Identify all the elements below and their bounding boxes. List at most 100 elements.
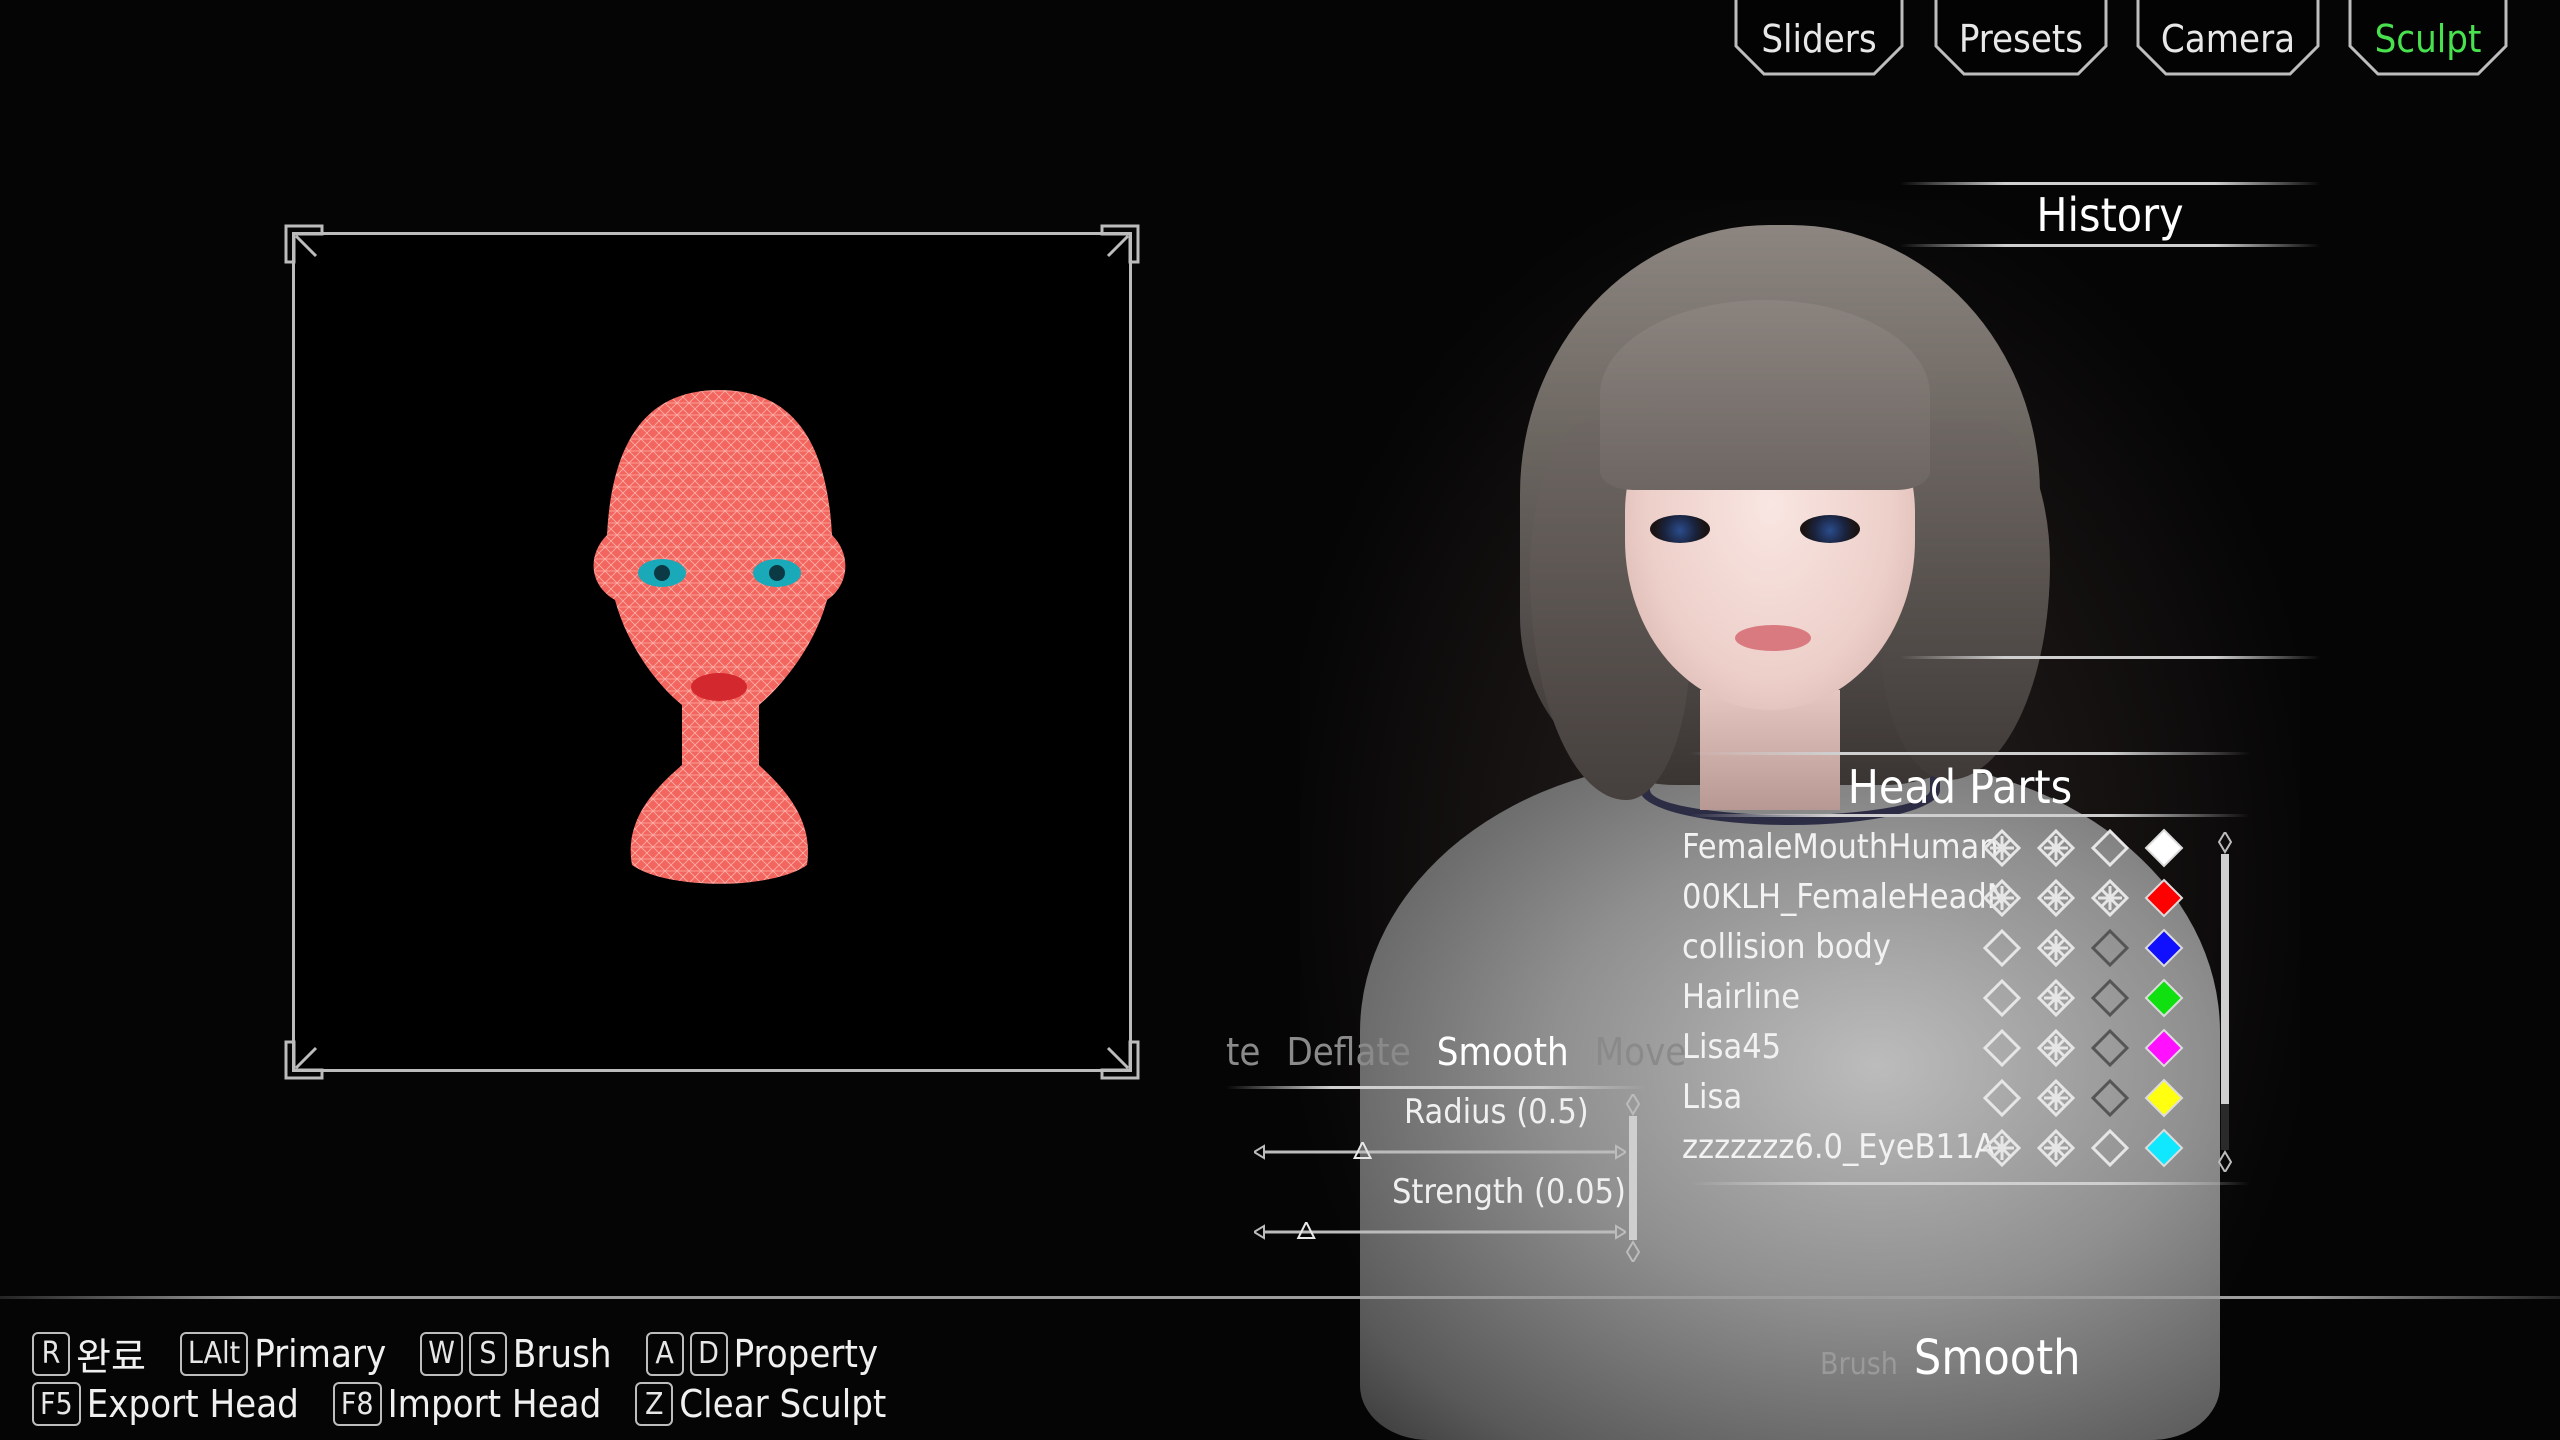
head-part-row[interactable]: zzzzzzz6.0_EyeB11A [1682,1122,2207,1172]
key-cap[interactable]: F5 [32,1382,81,1426]
head-part-name: FemaleMouthHumanoidDefault [1682,827,2002,867]
head-part-name: 00KLH_FemaleHeadNord [1682,877,2002,917]
corner-ornament-bl [284,1040,324,1080]
radius-slider[interactable] [1254,1142,1626,1162]
brush-tab-move[interactable]: Move [1595,1030,1687,1074]
color-swatch-icon[interactable] [2144,1078,2184,1118]
strength-label: Strength (0.05) [1392,1172,1626,1212]
head-part-controls [1982,1128,2184,1168]
diamond-icon[interactable] [2090,828,2130,868]
color-swatch-icon[interactable] [2144,978,2184,1018]
head-mesh-preview[interactable] [587,385,852,895]
disabled-diamond-icon[interactable] [2090,928,2130,968]
color-swatch-icon[interactable] [2144,1128,2184,1168]
diamond-icon[interactable] [1982,1028,2022,1068]
locked-part-icon[interactable] [2036,1128,2076,1168]
locked-part-icon[interactable] [1982,1128,2022,1168]
character-eye-left [1650,515,1710,543]
head-part-controls [1982,1078,2184,1118]
tab-label: Camera [2160,17,2296,61]
head-part-name: Hairline [1682,977,1801,1017]
disabled-diamond-icon[interactable] [2090,1028,2130,1068]
locked-part-icon[interactable] [1982,878,2022,918]
key-cap[interactable]: Z [635,1382,674,1426]
key-cap[interactable]: F8 [332,1382,382,1426]
control-label[interactable]: Export Head [87,1382,299,1426]
locked-part-icon[interactable] [1982,828,2022,868]
head-part-controls [1982,1028,2184,1068]
head-parts-footer-line [1690,1182,2250,1185]
head-part-name: Lisa45 [1682,1027,1782,1067]
tab-camera[interactable]: Camera [2134,0,2322,78]
head-part-controls [1982,828,2184,868]
control-label[interactable]: Import Head [388,1382,602,1426]
key-cap[interactable]: LAlt [179,1331,249,1376]
head-part-controls [1982,928,2184,968]
head-part-controls [1982,878,2184,918]
control-label[interactable]: Primary [254,1332,386,1376]
brush-status-label: Brush [1820,1347,1898,1382]
tab-label: Sculpt [2374,17,2482,61]
color-swatch-icon[interactable] [2144,878,2184,918]
brush-tab-deflate[interactable]: Deflate [1286,1030,1410,1074]
brush-panel-scrollbar[interactable] [1626,1094,1640,1262]
slider-thumb[interactable] [1296,1222,1316,1239]
head-parts-bottom-line [1690,814,2250,817]
key-cap[interactable]: D [689,1331,728,1376]
diamond-icon[interactable] [1982,1078,2022,1118]
control-label[interactable]: 완료 [76,1326,146,1381]
head-parts-scrollbar[interactable] [2218,832,2232,1172]
tab-presets[interactable]: Presets [1932,0,2110,78]
tab-label: Presets [1958,17,2084,61]
locked-part-icon[interactable] [2090,878,2130,918]
brush-tab-smooth[interactable]: Smooth [1437,1030,1569,1074]
head-part-name: zzzzzzz6.0_EyeB11A [1682,1127,1996,1167]
locked-part-icon[interactable] [2036,1078,2076,1118]
radius-label: Radius (0.5) [1404,1092,1589,1132]
character-lips [1735,625,1811,651]
brush-tabs-line [1226,1086,1646,1089]
head-part-row[interactable]: 00KLH_FemaleHeadNord [1682,872,2207,922]
history-title: History [2036,188,2184,242]
color-swatch-icon[interactable] [2144,1028,2184,1068]
tab-label: Sliders [1761,17,1877,61]
control-label[interactable]: Clear Sculpt [679,1382,886,1426]
brush-tab-strip: te Deflate Smooth Move [1226,1022,1686,1082]
locked-part-icon[interactable] [2036,978,2076,1018]
color-swatch-icon[interactable] [2144,828,2184,868]
tab-sliders[interactable]: Sliders [1732,0,1906,78]
control-label[interactable]: Property [734,1332,879,1376]
head-part-name: collision body [1682,927,1891,967]
diamond-icon[interactable] [1982,928,2022,968]
slider-thumb[interactable] [1352,1142,1373,1159]
head-part-controls [1982,978,2184,1018]
character-eye-right [1800,515,1860,543]
head-part-row[interactable]: FemaleMouthHumanoidDefault [1682,822,2207,872]
head-part-row[interactable]: Hairline [1682,972,2207,1022]
locked-part-icon[interactable] [2036,878,2076,918]
locked-part-icon[interactable] [2036,828,2076,868]
control-label[interactable]: Brush [513,1332,612,1376]
head-part-row[interactable]: collision body [1682,922,2207,972]
head-part-row[interactable]: Lisa45 [1682,1022,2207,1072]
locked-part-icon[interactable] [2036,1028,2076,1068]
diamond-icon[interactable] [2090,1128,2130,1168]
head-parts-top-line [1690,752,2250,755]
bottom-divider [0,1296,2560,1299]
disabled-diamond-icon[interactable] [2090,1078,2130,1118]
key-cap[interactable]: W [420,1331,463,1376]
strength-slider[interactable] [1254,1222,1626,1242]
locked-part-icon[interactable] [2036,928,2076,968]
diamond-icon[interactable] [1982,978,2022,1018]
disabled-diamond-icon[interactable] [2090,978,2130,1018]
key-cap[interactable]: S [468,1331,507,1376]
head-part-name: Lisa [1682,1077,1743,1117]
brush-status-value: Smooth [1913,1330,2081,1386]
brush-tab-te[interactable]: te [1226,1030,1260,1074]
tab-sculpt[interactable]: Sculpt [2346,0,2510,78]
head-part-row[interactable]: Lisa [1682,1072,2207,1122]
key-cap[interactable]: A [645,1331,684,1376]
key-cap[interactable]: R [32,1331,70,1376]
controls-row-2: F5 Export Head F8 Import Head Z Clear Sculpt [32,1382,920,1426]
color-swatch-icon[interactable] [2144,928,2184,968]
